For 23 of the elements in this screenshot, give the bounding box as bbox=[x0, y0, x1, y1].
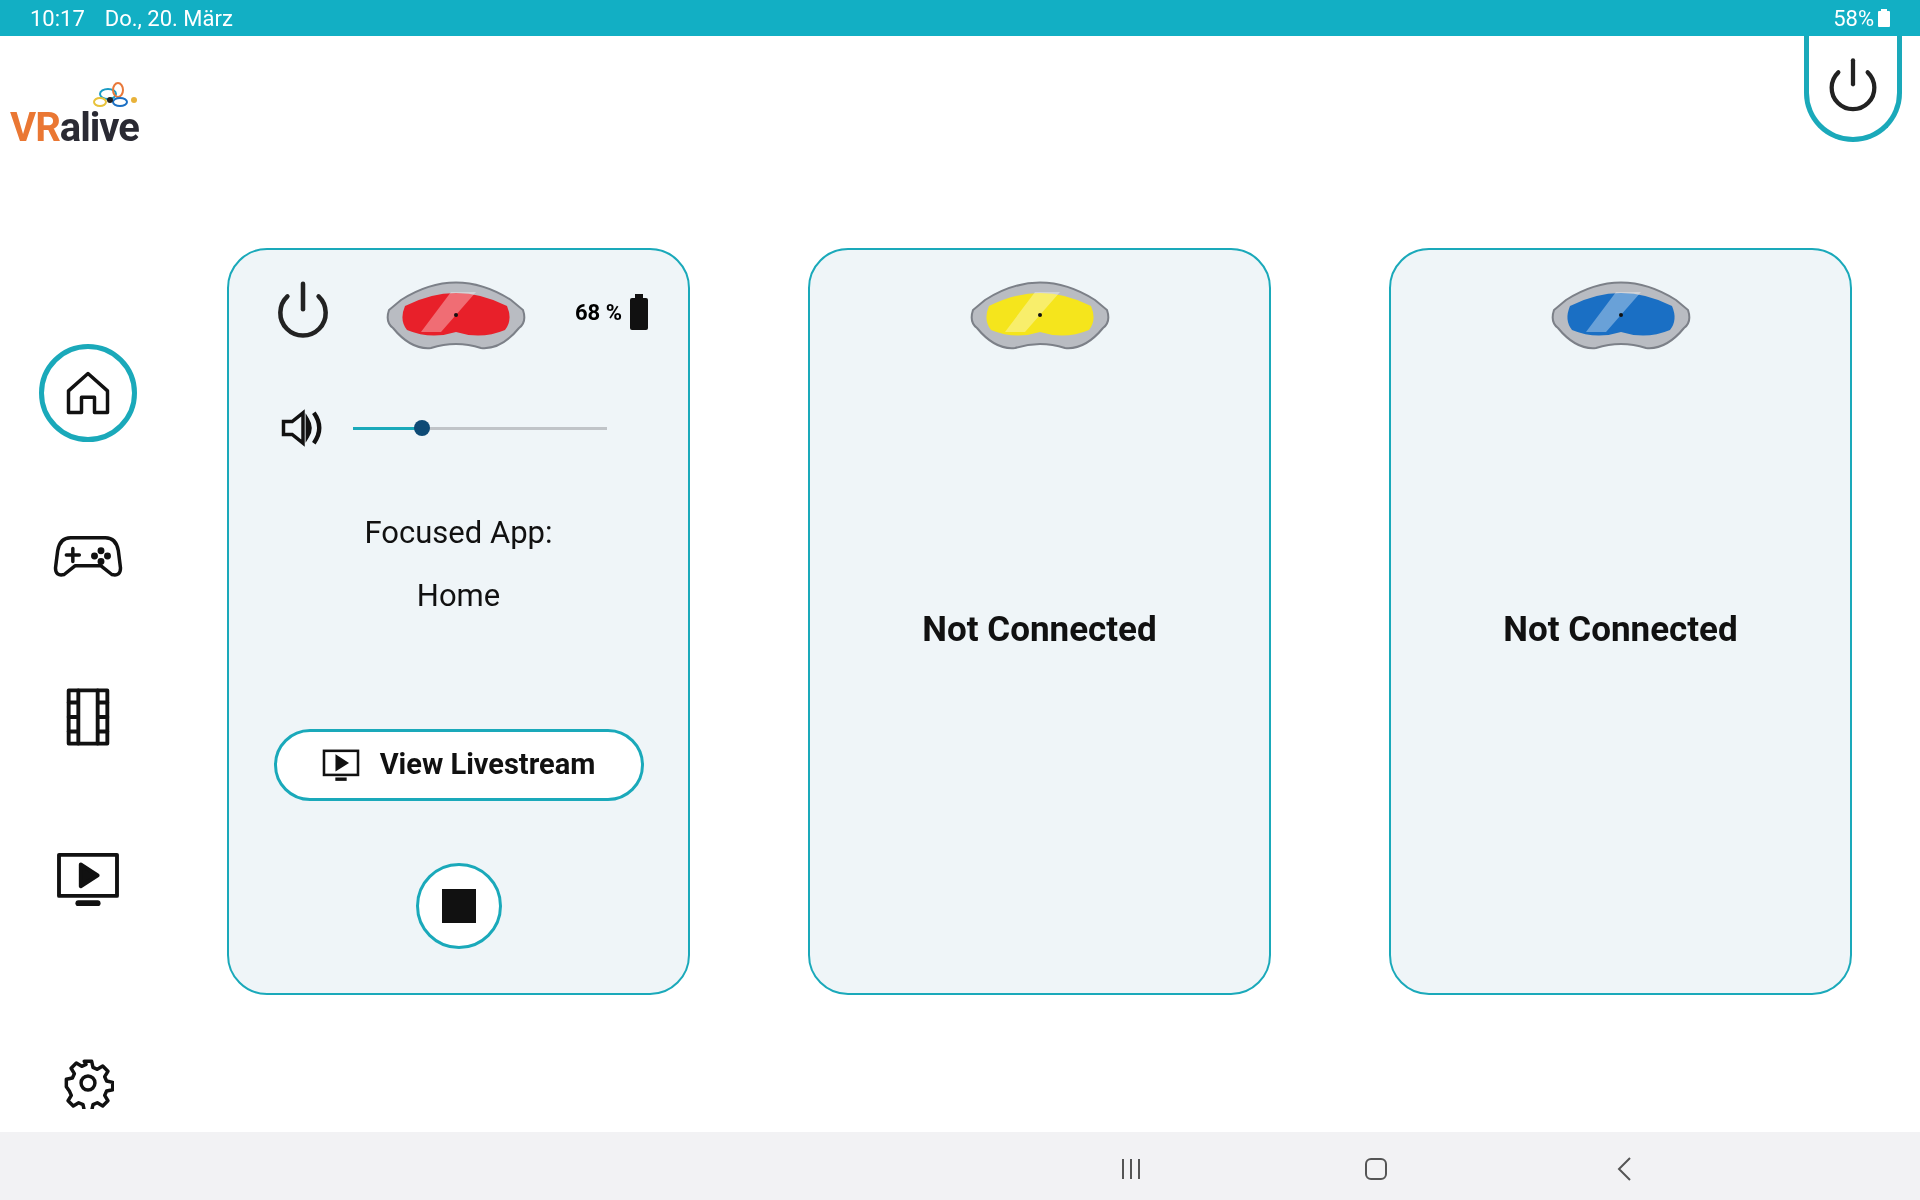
play-screen-icon bbox=[321, 748, 360, 782]
slider-thumb[interactable] bbox=[413, 420, 430, 436]
status-date: Do., 20. März bbox=[104, 4, 233, 33]
back-icon[interactable] bbox=[1616, 1155, 1632, 1182]
recent-apps-icon[interactable] bbox=[1120, 1157, 1142, 1180]
view-livestream-button[interactable]: View Livestream bbox=[273, 729, 644, 801]
volume-slider[interactable] bbox=[353, 420, 607, 436]
focused-app-name: Home bbox=[416, 575, 501, 616]
settings-icon bbox=[62, 1057, 114, 1109]
battery-icon bbox=[630, 294, 648, 330]
play-screen-icon bbox=[56, 850, 120, 908]
focused-app-label: Focused App: bbox=[364, 513, 553, 553]
home-nav-icon[interactable] bbox=[1364, 1156, 1388, 1181]
connection-status: Not Connected bbox=[922, 608, 1157, 652]
connection-status: Not Connected bbox=[1503, 608, 1738, 652]
status-time: 10:17 bbox=[30, 4, 85, 33]
power-button[interactable] bbox=[1804, 36, 1902, 142]
sidebar-item[interactable] bbox=[39, 344, 137, 442]
battery-icon bbox=[1878, 9, 1890, 27]
battery-percent: 68 % bbox=[575, 298, 622, 327]
stop-icon bbox=[441, 889, 476, 923]
battery-percent: 58% bbox=[1833, 4, 1874, 33]
vralive-logo: VRalive bbox=[10, 82, 139, 148]
